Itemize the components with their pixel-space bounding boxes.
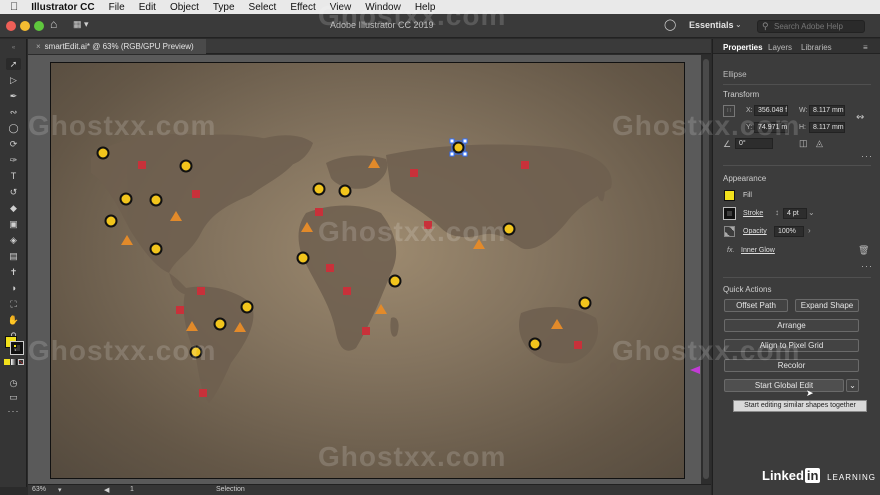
watermark: Ghostxx.com [28, 335, 217, 366]
triangle-marker [551, 319, 563, 329]
selected-ellipse[interactable] [449, 138, 468, 157]
city-marker [96, 146, 110, 160]
square-marker [192, 190, 200, 198]
divider [723, 165, 871, 166]
stroke-label[interactable]: Stroke [743, 210, 763, 217]
square-marker [138, 161, 146, 169]
triangle-marker [368, 158, 380, 168]
square-marker [326, 264, 334, 272]
trash-icon[interactable]: 🗑 [858, 245, 869, 256]
city-marker [240, 300, 254, 314]
linkedin-learning-logo: Linked in LEARNING [762, 468, 876, 483]
tab-layers[interactable]: Layers [768, 39, 792, 54]
tab-properties[interactable]: Properties [723, 39, 763, 54]
city-marker [179, 159, 193, 173]
square-marker [362, 327, 370, 335]
divider [723, 84, 871, 85]
city-marker [104, 214, 118, 228]
city-marker [149, 242, 163, 256]
tab-libraries[interactable]: Libraries [801, 39, 832, 54]
watermark: Ghostxx.com [318, 0, 507, 31]
square-marker [343, 287, 351, 295]
square-marker [197, 287, 205, 295]
opacity-icon [724, 226, 735, 237]
width-field[interactable]: 8.117 mm [809, 105, 845, 116]
watermark: Ghostxx.com [318, 441, 507, 472]
brand-learning: LEARNING [827, 473, 876, 482]
properties-panel: Properties Layers Libraries ≡ Ellipse Tr… [712, 39, 880, 495]
city-marker [388, 274, 402, 288]
global-edit-options-button[interactable]: ⌄ [846, 379, 859, 392]
brand-linked: Linked [762, 468, 804, 483]
divider [723, 277, 871, 278]
square-marker [199, 389, 207, 397]
city-marker [213, 317, 227, 331]
flip-vertical-icon[interactable]: ◬ [816, 138, 823, 149]
zoom-level[interactable]: 63% [32, 486, 46, 493]
city-marker [578, 296, 592, 310]
constrain-proportions-icon[interactable]: ↭ [856, 112, 864, 123]
offset-path-button[interactable]: Offset Path [724, 299, 788, 312]
triangle-marker [121, 235, 133, 245]
chevron-down-icon[interactable]: ▾ [58, 486, 62, 494]
city-marker [312, 182, 326, 196]
watermark: Ghostxx.com [612, 110, 801, 141]
stroke-color-swatch[interactable] [723, 207, 736, 220]
more-options-icon[interactable]: ··· [861, 261, 873, 271]
watermark: Ghostxx.com [318, 216, 507, 247]
transform-heading: Transform [723, 90, 760, 99]
brand-in: in [804, 468, 821, 483]
panel-menu-icon[interactable]: ≡ [863, 43, 868, 52]
square-marker [521, 161, 529, 169]
inner-glow-effect[interactable]: Inner Glow [741, 247, 775, 254]
triangle-marker [234, 322, 246, 332]
more-options-icon[interactable]: ··· [861, 151, 873, 161]
square-marker [410, 169, 418, 177]
square-marker [315, 208, 323, 216]
height-field[interactable]: 8.117 mm [809, 122, 845, 133]
stroke-weight-field[interactable]: 4 pt [783, 208, 807, 219]
appearance-heading: Appearance [723, 174, 767, 183]
triangle-marker [375, 304, 387, 314]
opacity-field[interactable]: 100% [774, 226, 804, 237]
tooltip: Start editing similar shapes together [733, 400, 867, 412]
mouse-cursor-icon: ➤ [806, 388, 814, 398]
city-marker [528, 337, 542, 351]
watermark: Ghostxx.com [28, 110, 217, 141]
chevron-down-icon[interactable]: ⌄ [808, 208, 815, 217]
triangle-marker [301, 222, 313, 232]
city-marker [119, 192, 133, 206]
arrange-button[interactable]: Arrange [724, 319, 859, 332]
triangle-marker [186, 321, 198, 331]
artboard-nav-first-icon[interactable]: ◀ [104, 486, 109, 494]
expand-shape-button[interactable]: Expand Shape [795, 299, 859, 312]
fill-label: Fill [743, 192, 752, 199]
watermark: Ghostxx.com [612, 335, 801, 366]
fill-color-swatch[interactable] [724, 190, 735, 201]
object-type-label: Ellipse [723, 70, 747, 79]
triangle-marker [170, 211, 182, 221]
pink-arrow-icon [690, 366, 700, 374]
chevron-right-icon[interactable]: › [808, 226, 811, 235]
city-marker [149, 193, 163, 207]
city-marker [296, 251, 310, 265]
current-tool-label: Selection [216, 486, 245, 493]
square-marker [574, 341, 582, 349]
fx-label: fx. [727, 247, 735, 254]
city-marker [338, 184, 352, 198]
quick-actions-heading: Quick Actions [723, 285, 772, 294]
status-bar: 63% ▾ ◀ 1 Selection [28, 484, 711, 495]
start-global-edit-button[interactable]: Start Global Edit [724, 379, 844, 392]
opacity-label[interactable]: Opacity [743, 228, 767, 235]
stepper-icon[interactable]: ↕ [775, 208, 779, 217]
square-marker [176, 306, 184, 314]
artboard-number[interactable]: 1 [130, 486, 134, 493]
chevron-down-icon: ⌄ [849, 381, 856, 390]
